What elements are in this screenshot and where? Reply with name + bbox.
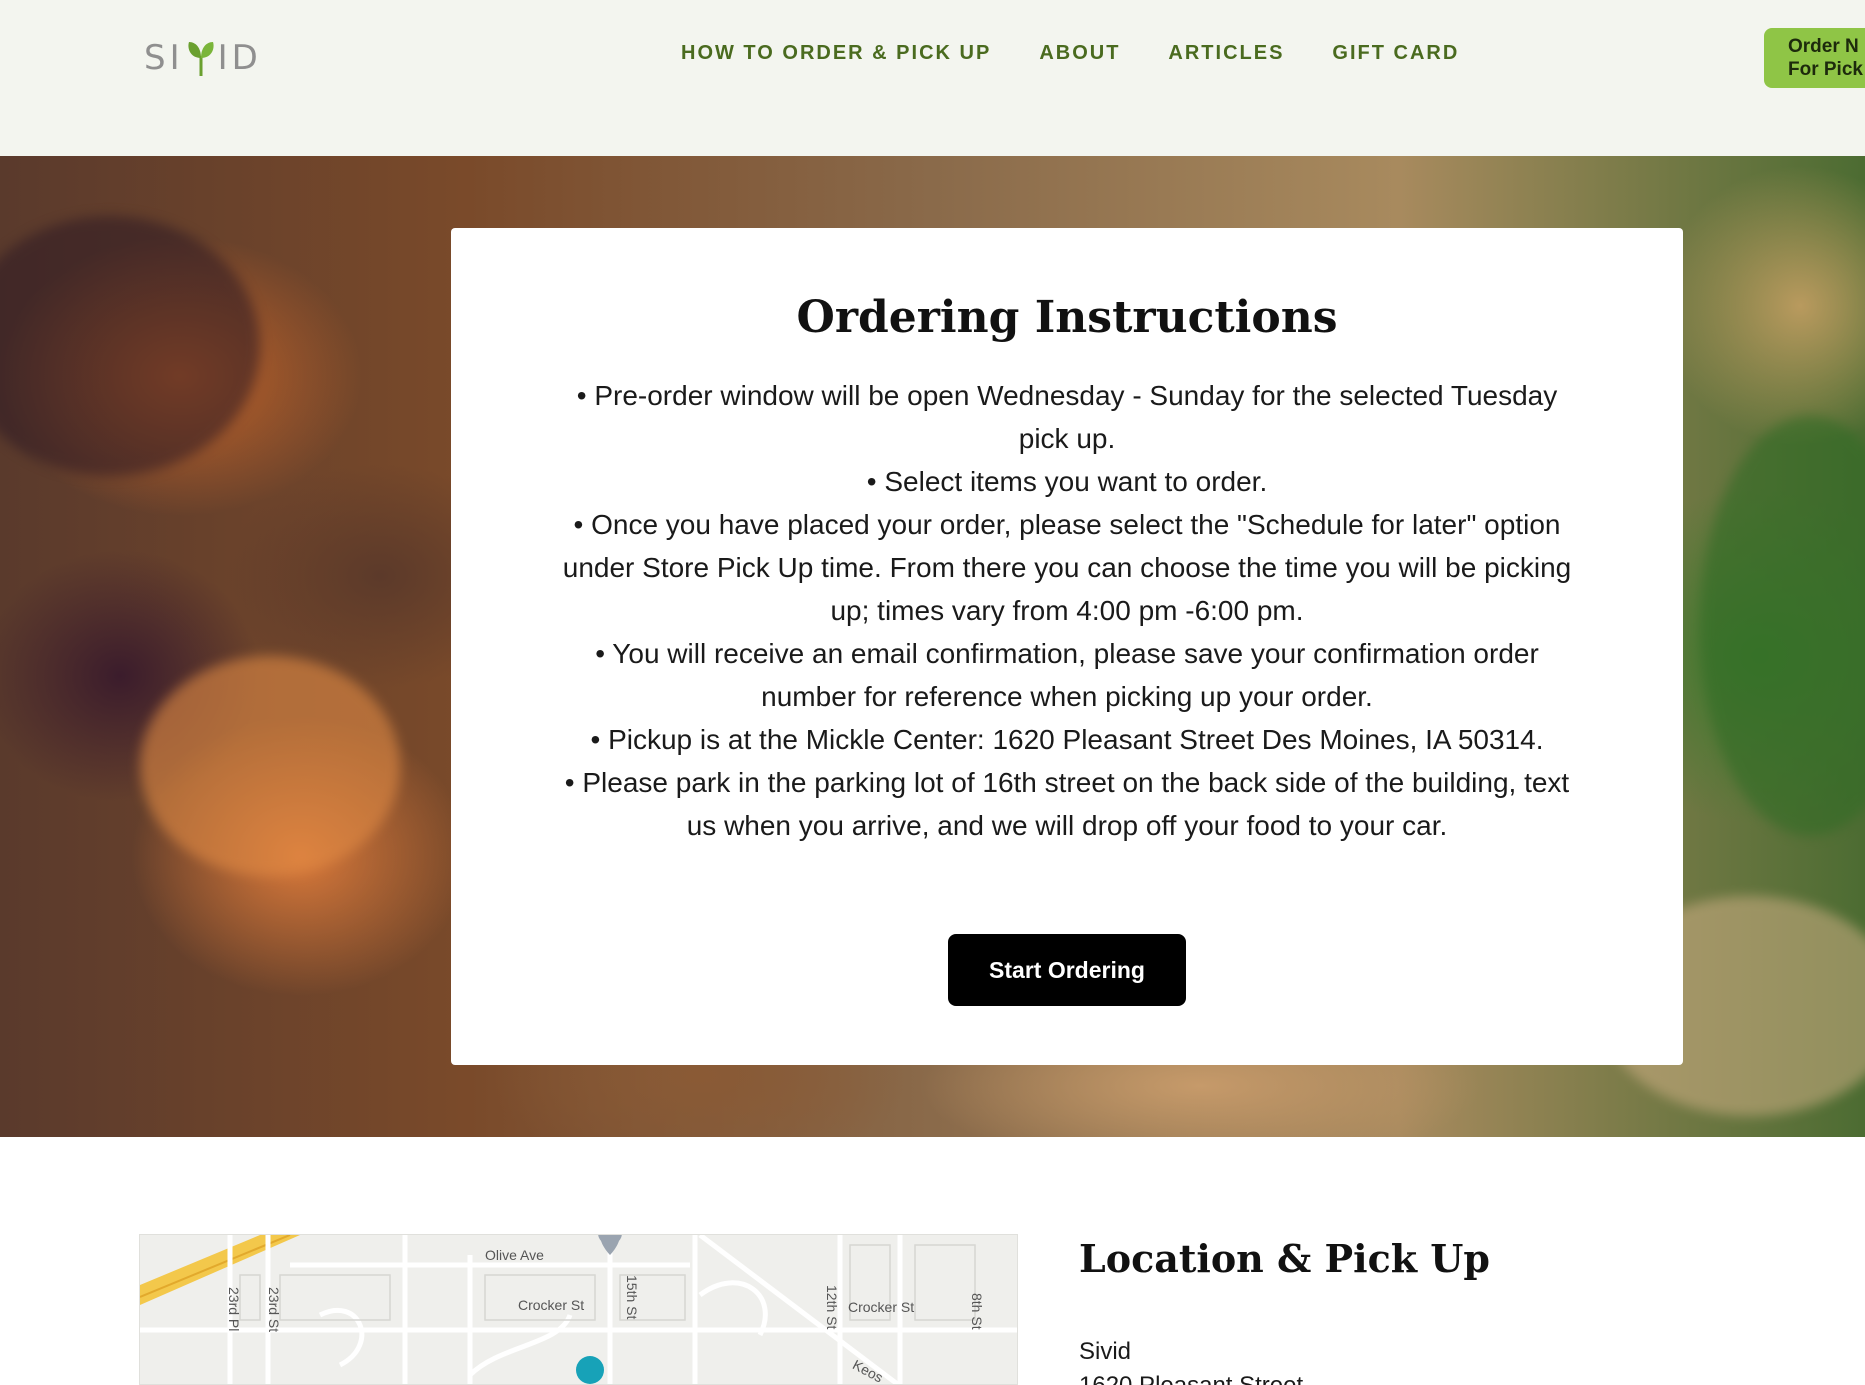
map-label-12th-st: 12th St xyxy=(824,1285,840,1330)
start-ordering-button[interactable]: Start Ordering xyxy=(948,934,1186,1006)
ordering-instructions-card: Ordering Instructions • Pre-order window… xyxy=(451,228,1683,1065)
instruction-item: • Please park in the parking lot of 16th… xyxy=(564,767,1570,841)
instruction-item: • Select items you want to order. xyxy=(866,466,1268,497)
map-label-olive-ave: Olive Ave xyxy=(485,1247,544,1263)
instruction-item: • You will receive an email confirmation… xyxy=(595,638,1539,712)
instructions-title: Ordering Instructions xyxy=(796,292,1338,343)
map-label-15th-st: 15th St xyxy=(624,1275,640,1320)
location-title: Location & Pick Up xyxy=(1079,1236,1490,1281)
nav-gift-card[interactable]: GIFT CARD xyxy=(1332,42,1459,65)
instruction-item: • Pre-order window will be open Wednesda… xyxy=(576,380,1558,454)
nav-about[interactable]: ABOUT xyxy=(1039,42,1120,65)
location-name: Sivid xyxy=(1079,1338,1132,1365)
map-label-crocker-st-east: Crocker St xyxy=(848,1299,915,1315)
order-now-button[interactable]: Order N For Pick xyxy=(1764,28,1865,88)
site-logo[interactable]: SI ID xyxy=(144,36,262,80)
instruction-item: • Pickup is at the Mickle Center: 1620 P… xyxy=(590,724,1544,755)
instruction-item: • Once you have placed your order, pleas… xyxy=(562,509,1572,626)
hero-food-image xyxy=(140,656,400,876)
location-map[interactable]: Olive Ave Crocker St Crocker St 23rd Pl … xyxy=(139,1234,1018,1385)
nav-how-to-order[interactable]: HOW TO ORDER & PICK UP xyxy=(681,42,991,65)
instructions-list: • Pre-order window will be open Wednesda… xyxy=(561,374,1573,847)
order-button-line1: Order N xyxy=(1788,36,1859,57)
hero-section: Ordering Instructions • Pre-order window… xyxy=(0,156,1865,1137)
map-label-23rd-pl: 23rd Pl xyxy=(226,1287,242,1332)
leaf-logo-icon xyxy=(188,42,214,76)
main-nav: HOW TO ORDER & PICK UP ABOUT ARTICLES GI… xyxy=(681,42,1459,65)
map-label-8th-st: 8th St xyxy=(969,1293,985,1330)
hero-food-image xyxy=(0,216,260,476)
hero-food-image xyxy=(1700,416,1865,836)
order-button-line2: For Pick xyxy=(1788,59,1863,80)
location-street: 1620 Pleasant Street xyxy=(1079,1372,1303,1385)
site-header: SI ID HOW TO ORDER & PICK UP ABOUT ARTIC… xyxy=(0,0,1865,156)
nav-articles[interactable]: ARTICLES xyxy=(1168,42,1284,65)
map-label-crocker-st: Crocker St xyxy=(518,1297,585,1313)
map-label-23rd-st: 23rd St xyxy=(266,1287,282,1333)
